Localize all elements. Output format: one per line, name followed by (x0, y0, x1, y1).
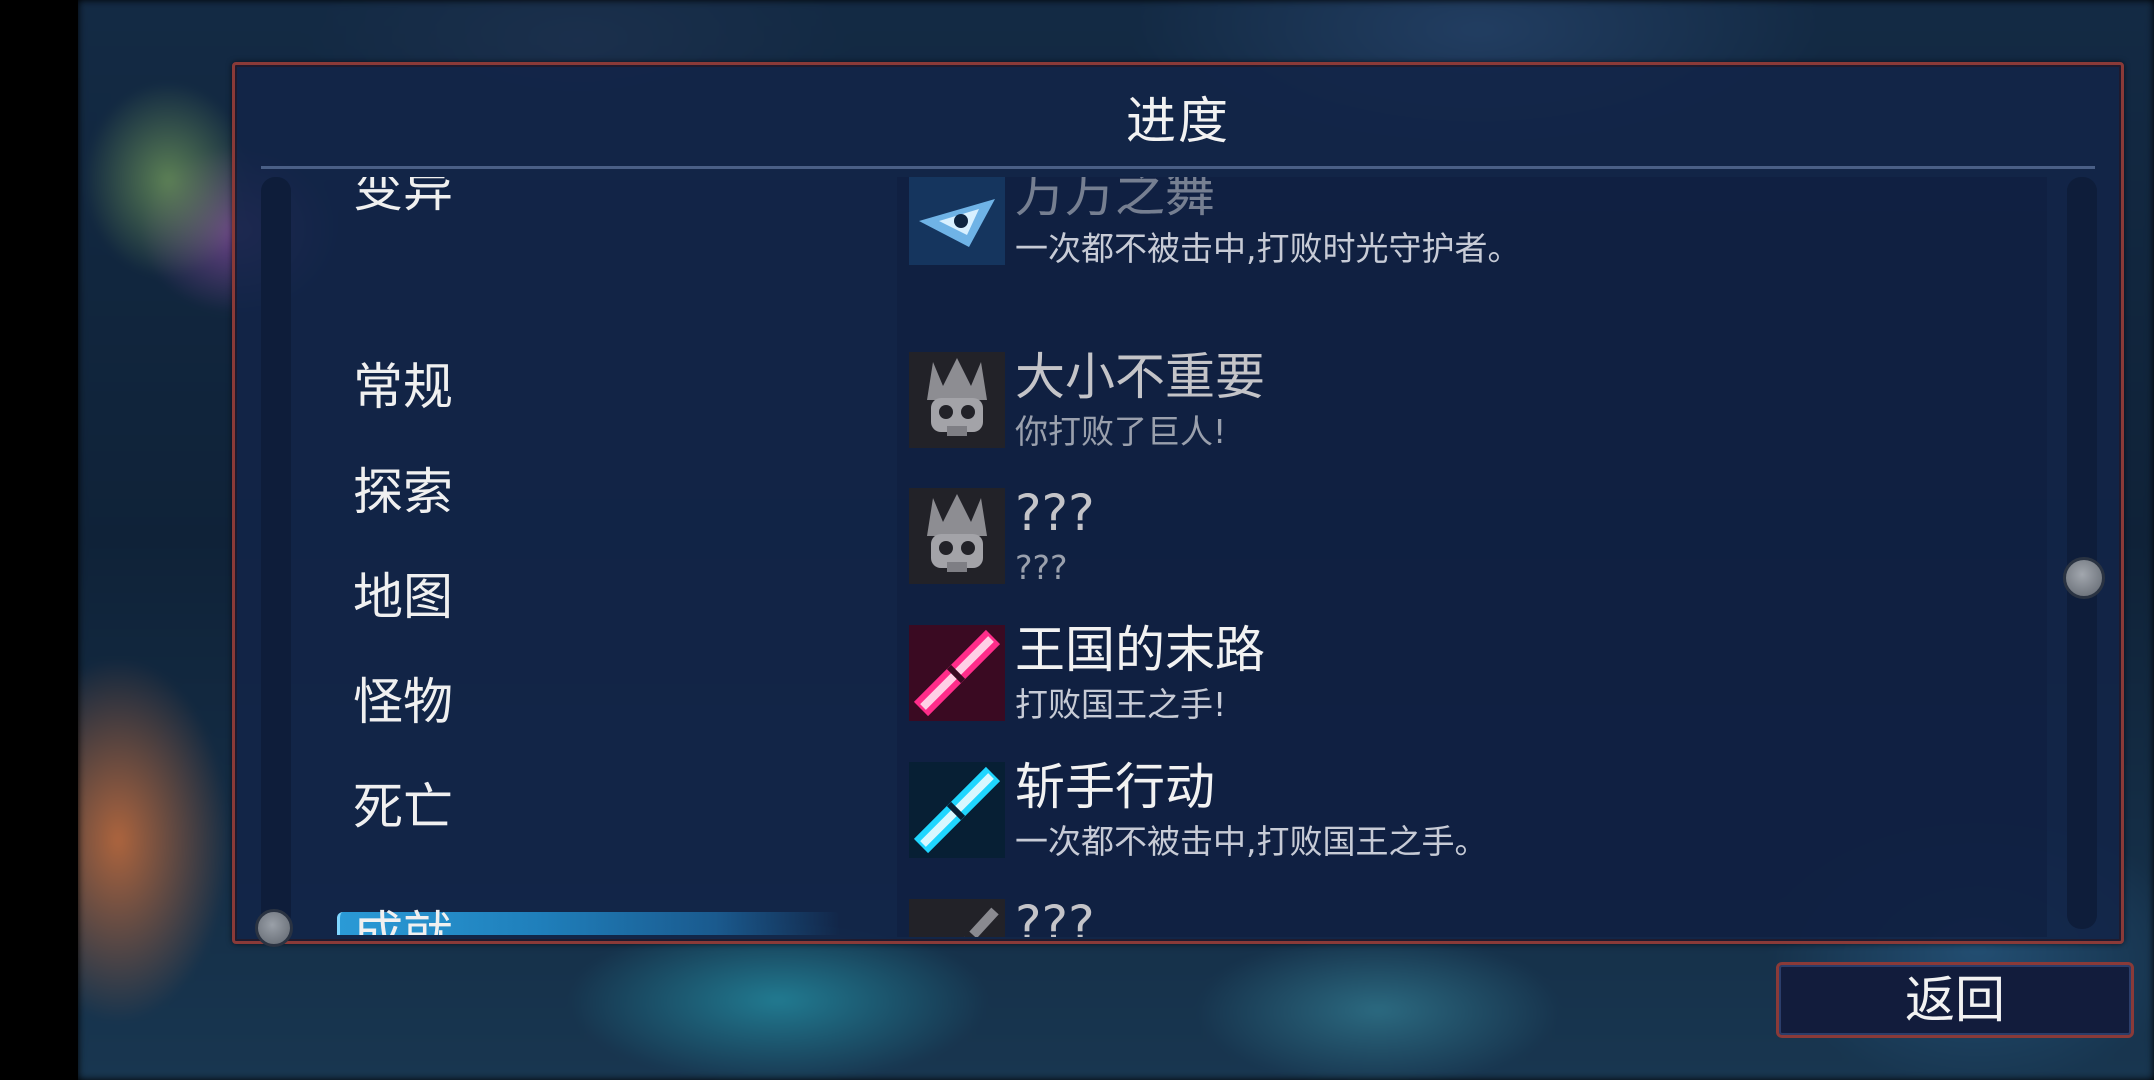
category-item-monsters[interactable]: 怪物 (353, 672, 453, 732)
category-list: 变异 常规 探索 地图 怪物 死亡 成就 (235, 177, 875, 935)
achievement-scroll-handle[interactable] (2063, 557, 2105, 599)
title-divider (261, 166, 2095, 169)
back-button[interactable]: 返回 (1776, 962, 2134, 1038)
category-item-general[interactable]: 常规 (353, 357, 453, 417)
achievement-description: 一次都不被击中,打败国王之手。 (1015, 822, 1488, 861)
achievement-row[interactable]: 王国的末路 打败国王之手! (897, 621, 2047, 761)
progress-panel: 进度 变异 常规 探索 地图 怪物 死亡 成就 万万之舞 一次都不被击中,打败时… (232, 62, 2124, 947)
achievement-scrollbar[interactable] (2067, 177, 2097, 929)
achievement-title: ??? (1015, 895, 1095, 937)
panel-title: 进度 (1126, 92, 1230, 150)
achievement-row[interactable]: 万万之舞 一次都不被击中,打败时光守护者。 (897, 177, 2047, 305)
achievement-title: 万万之舞 (1015, 177, 1215, 223)
achievement-row[interactable]: ??? ??? (897, 484, 2047, 624)
achievement-description: 你打败了巨人! (1015, 412, 1227, 451)
achievement-title: ??? (1015, 484, 1095, 542)
category-item-exploration[interactable]: 探索 (353, 462, 453, 522)
achievement-description: ??? (1015, 548, 1068, 587)
achievement-title: 斩手行动 (1015, 758, 1215, 816)
achievement-row[interactable]: ??? ??? (897, 895, 2047, 937)
category-scroll-handle[interactable] (255, 909, 293, 947)
game-screen: 进度 变异 常规 探索 地图 怪物 死亡 成就 万万之舞 一次都不被击中,打败时… (0, 0, 2154, 1080)
achievement-list: 万万之舞 一次都不被击中,打败时光守护者。 大小不重要 你打败了巨人! ??? … (897, 177, 2047, 937)
achievement-title: 大小不重要 (1015, 348, 1265, 406)
time-guardian-icon (909, 177, 1005, 265)
skull-crown-icon (909, 352, 1005, 448)
screen-edge-bar (0, 0, 78, 1080)
category-item-deaths[interactable]: 死亡 (353, 777, 453, 837)
achievement-row[interactable]: 大小不重要 你打败了巨人! (897, 348, 2047, 488)
cyan-sword-icon (909, 762, 1005, 858)
achievement-description: 打败国王之手! (1015, 685, 1227, 724)
achievement-title: 王国的末路 (1015, 621, 1265, 679)
achievement-row[interactable]: 斩手行动 一次都不被击中,打败国王之手。 (897, 758, 2047, 898)
category-item-achievements[interactable]: 成就 (353, 905, 453, 935)
skull-crown-icon (909, 488, 1005, 584)
category-item-mutations[interactable]: 变异 (353, 177, 453, 219)
pink-sword-icon (909, 625, 1005, 721)
category-item-map[interactable]: 地图 (353, 567, 453, 627)
broken-sword-icon (909, 899, 1005, 937)
achievement-description: 一次都不被击中,打败时光守护者。 (1015, 229, 1521, 268)
